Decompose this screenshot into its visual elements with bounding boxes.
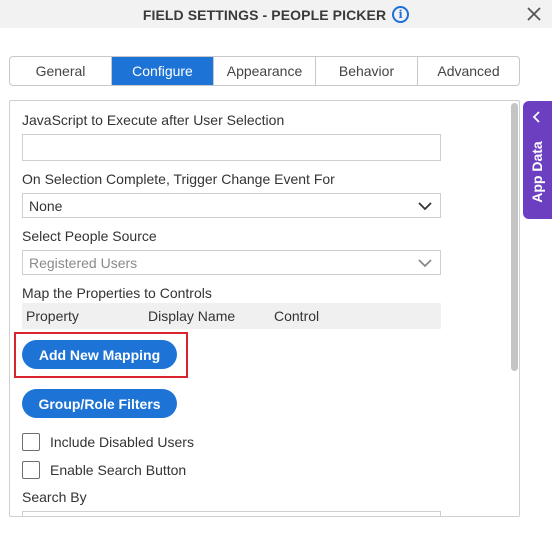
app-data-label: App Data xyxy=(529,141,545,203)
enable-search-label: Enable Search Button xyxy=(50,462,187,478)
panel-scrollbar[interactable] xyxy=(511,103,518,371)
trigger-label: On Selection Complete, Trigger Change Ev… xyxy=(22,171,335,187)
include-disabled-checkbox[interactable] xyxy=(22,433,40,451)
info-icon[interactable]: i xyxy=(392,6,410,23)
dialog-title-row: FIELD SETTINGS - PEOPLE PICKER i xyxy=(0,6,552,23)
js-label: JavaScript to Execute after User Selecti… xyxy=(22,112,285,128)
enable-search-row: Enable Search Button xyxy=(22,461,186,479)
map-label: Map the Properties to Controls xyxy=(22,285,212,301)
mapping-table-header: Property Display Name Control xyxy=(22,303,441,329)
source-select-value: Registered Users xyxy=(29,255,138,271)
tab-general[interactable]: General xyxy=(10,57,112,85)
search-by-select[interactable] xyxy=(22,511,441,516)
tab-configure[interactable]: Configure xyxy=(112,57,214,85)
configure-panel: JavaScript to Execute after User Selecti… xyxy=(9,100,520,517)
trigger-select[interactable]: None xyxy=(22,193,441,218)
search-by-label: Search By xyxy=(22,489,87,505)
tab-behavior[interactable]: Behavior xyxy=(316,57,418,85)
column-property: Property xyxy=(26,308,79,324)
source-label: Select People Source xyxy=(22,228,157,244)
title-bar: FIELD SETTINGS - PEOPLE PICKER i xyxy=(0,0,552,28)
include-disabled-label: Include Disabled Users xyxy=(50,434,194,450)
add-new-mapping-button[interactable]: Add New Mapping xyxy=(22,340,177,369)
column-control: Control xyxy=(274,308,320,324)
chevron-down-icon xyxy=(418,259,432,268)
column-display-name: Display Name xyxy=(148,308,236,324)
group-role-filters-button[interactable]: Group/Role Filters xyxy=(22,389,177,418)
settings-tabs: General Configure Appearance Behavior Ad… xyxy=(9,56,520,86)
enable-search-checkbox[interactable] xyxy=(22,461,40,479)
dialog-title: FIELD SETTINGS - PEOPLE PICKER xyxy=(142,6,387,23)
source-select[interactable]: Registered Users xyxy=(22,250,441,275)
app-data-tab[interactable]: App Data xyxy=(523,101,552,219)
tab-advanced[interactable]: Advanced xyxy=(418,57,519,85)
close-icon[interactable] xyxy=(524,4,544,24)
include-disabled-row: Include Disabled Users xyxy=(22,433,194,451)
tab-appearance[interactable]: Appearance xyxy=(214,57,316,85)
chevron-left-icon xyxy=(532,111,540,123)
js-input[interactable] xyxy=(22,134,441,161)
trigger-select-value: None xyxy=(29,198,63,214)
chevron-down-icon xyxy=(418,202,432,211)
